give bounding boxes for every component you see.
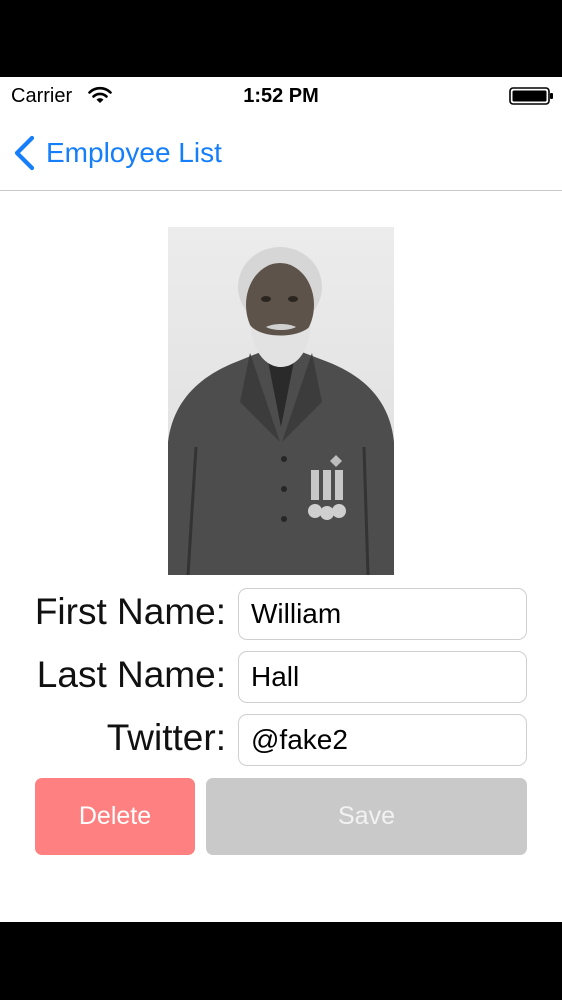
last-name-field[interactable] xyxy=(238,651,527,703)
last-name-label: Last Name: xyxy=(36,654,226,695)
clock: 1:52 PM xyxy=(243,85,319,107)
back-button[interactable]: Employee List xyxy=(12,135,222,171)
status-bar: Carrier 1:52 PM xyxy=(0,77,562,117)
back-button-label: Employee List xyxy=(46,137,222,168)
navigation-bar: Employee List xyxy=(0,117,562,191)
chevron-left-icon xyxy=(14,135,35,171)
first-name-label: First Name: xyxy=(34,591,226,632)
employee-detail-screen: Carrier 1:52 PM Employee List First Name… xyxy=(0,77,562,922)
employee-photo xyxy=(168,227,394,575)
twitter-field[interactable] xyxy=(238,714,527,766)
battery-icon xyxy=(509,87,553,105)
save-button[interactable]: Save xyxy=(206,778,527,855)
delete-button[interactable]: Delete xyxy=(35,778,195,855)
twitter-label: Twitter: xyxy=(106,717,226,758)
first-name-field[interactable] xyxy=(238,588,527,640)
